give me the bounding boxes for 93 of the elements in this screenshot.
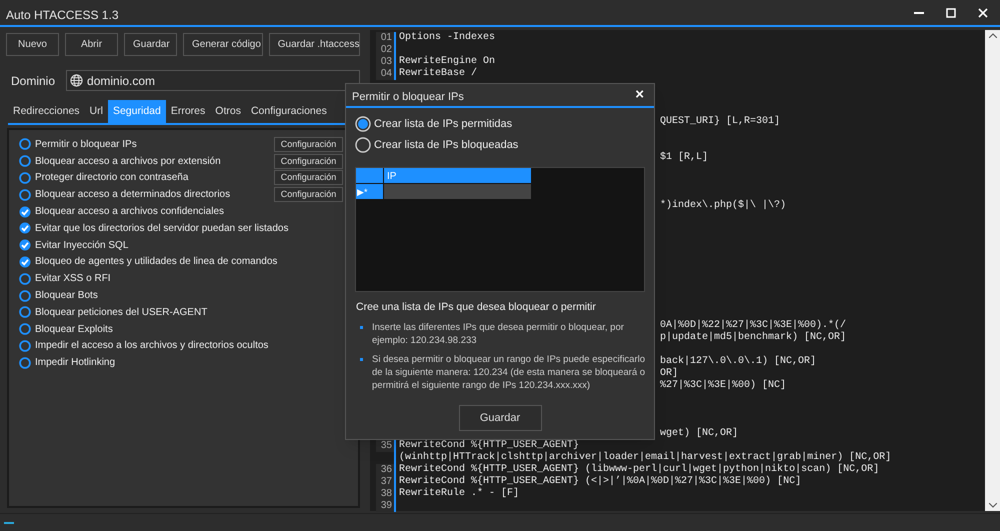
option-label: Evitar que los directorios del servidor puedan ser listados xyxy=(35,222,290,236)
checkbox[interactable] xyxy=(19,256,31,268)
option-label: Bloquear acceso a archivos confidenciales xyxy=(35,205,225,220)
config-button[interactable]: Configuración xyxy=(274,136,343,152)
option-label: Bloquear acceso a determinados directorios xyxy=(35,188,232,202)
checkbox[interactable] xyxy=(19,290,31,302)
code-text: wget) [NC,OR] xyxy=(660,428,738,440)
minimize-icon[interactable] xyxy=(914,12,924,15)
line-number: 01 xyxy=(376,32,396,44)
code-text: QUEST_URI} [L,R=301] xyxy=(660,116,780,128)
checkbox[interactable] xyxy=(19,356,31,369)
maximize-icon[interactable] xyxy=(946,8,956,18)
line-number: 04 xyxy=(376,68,396,80)
scrollbar[interactable] xyxy=(985,30,1000,511)
domain-field[interactable]: dominio.com xyxy=(66,70,360,91)
option-label: Bloquear Exploits xyxy=(35,322,114,337)
checkbox[interactable] xyxy=(19,138,31,150)
close-button[interactable]: × xyxy=(625,84,654,106)
scroll-down-icon[interactable] xyxy=(988,503,996,508)
line-number: 03 xyxy=(376,56,396,68)
checkbox[interactable] xyxy=(19,155,31,168)
bullet-text: Inserte las diferentes IPs que desea permitir o bloquear, por ejemplo: 120.234.98.233 xyxy=(372,320,625,347)
scroll-up-icon[interactable] xyxy=(988,33,996,38)
line-number: 39 xyxy=(376,500,396,512)
tab[interactable]: Errores xyxy=(166,100,210,123)
toolbar-button[interactable]: Abrir xyxy=(65,33,118,56)
line-number: 36 xyxy=(376,464,396,476)
code-text: RewriteRule .* - [F] xyxy=(398,488,520,500)
code-text: RewriteCond %{HTTP_USER_AGENT} xyxy=(398,440,580,452)
option-label: Evitar Inyección SQL xyxy=(35,238,130,253)
radio-label: Crear lista de IPs permitidas xyxy=(374,117,512,132)
checkbox[interactable] xyxy=(19,272,31,285)
window-title: Auto HTACCESS 1.3 xyxy=(0,0,124,27)
tab[interactable]: Configuraciones xyxy=(246,100,332,123)
option-label: Bloqueo de agentes y utilidades de linea de comandos xyxy=(35,255,278,270)
code-text: RewriteBase / xyxy=(398,68,478,80)
config-button[interactable]: Configuración xyxy=(274,154,343,169)
intro-text: Cree una lista de IPs que desea bloquear o permitir xyxy=(355,300,597,315)
toolbar-button[interactable]: Generar código xyxy=(183,33,263,56)
code-text: RewriteEngine On xyxy=(398,56,496,68)
checkbox[interactable] xyxy=(19,222,31,234)
option-label: Bloquear peticiones del USER-AGENT xyxy=(35,306,208,320)
code-text: p|update|md5|benchmark) [NC,OR] xyxy=(660,332,846,344)
checkbox[interactable] xyxy=(19,306,31,318)
code-text: back|127\.0\.0\.1) [NC,OR] xyxy=(660,356,816,368)
config-button[interactable]: Configuración xyxy=(274,187,343,202)
code-text: RewriteCond %{HTTP_USER_AGENT} (libwww-perl|curl|wget|python|nikto|scan) [NC,OR] xyxy=(398,464,880,476)
row-marker: ▶* xyxy=(356,184,384,199)
config-button[interactable]: Configuración xyxy=(274,170,343,186)
save-button[interactable]: Guardar xyxy=(458,405,542,431)
option-label: Bloquear Bots xyxy=(35,289,99,304)
line-number: 37 xyxy=(376,476,396,488)
domain-label: Dominio xyxy=(10,72,56,90)
radio-button[interactable] xyxy=(355,136,371,153)
code-text: $1 [R,L] xyxy=(660,152,708,164)
option-label: Bloquear acceso a archivos por extensión xyxy=(35,154,222,169)
checkbox[interactable] xyxy=(19,206,31,218)
option-label: Impedir Hotlinking xyxy=(35,356,116,370)
line-number: 02 xyxy=(376,44,396,56)
code-text: *)index\.php($|\ |\?) xyxy=(660,200,786,212)
checkbox[interactable] xyxy=(19,340,31,352)
option-label: Impedir el acceso a los archivos y directorios ocultos xyxy=(35,339,270,354)
close-icon[interactable] xyxy=(978,8,988,18)
code-text: 0A|%0D|%22|%27|%3C|%3E|%00).*(/ xyxy=(660,320,846,332)
globe-icon xyxy=(70,74,84,87)
option-label: Proteger directorio con contraseña xyxy=(35,171,190,186)
code-text: RewriteCond %{HTTP_USER_AGENT} (<|>|’|%0A|%0D|%27|%3C|%3E|%00) [NC] xyxy=(398,476,802,488)
radio-button[interactable] xyxy=(355,116,371,132)
code-text: (winhttp|HTTrack|clshttp|archiver|loader|email|harvest|extract|grab|miner) [NC,OR] xyxy=(398,452,892,464)
checkbox[interactable] xyxy=(19,188,31,201)
code-text: OR] xyxy=(660,368,678,380)
bullet-icon xyxy=(360,326,363,329)
checkbox[interactable] xyxy=(19,172,31,184)
grid-cell[interactable] xyxy=(384,184,531,199)
grid-corner-cell xyxy=(356,168,384,183)
code-text: Options -Indexes xyxy=(398,32,496,44)
toolbar-button[interactable]: Guardar .htaccess xyxy=(268,33,360,56)
option-label: Evitar XSS o RFI xyxy=(35,272,112,286)
line-number: 38 xyxy=(376,488,396,500)
radio-label: Crear lista de IPs bloqueadas xyxy=(374,138,518,152)
tab[interactable]: Redirecciones xyxy=(8,100,85,123)
line-number: 35 xyxy=(376,440,396,452)
dialog-title: Permitir o bloquear IPs xyxy=(346,84,470,108)
tab[interactable]: Otros xyxy=(210,100,246,123)
checkbox[interactable] xyxy=(19,323,31,336)
option-label: Permitir o bloquear IPs xyxy=(35,138,138,152)
toolbar-button[interactable]: Guardar xyxy=(124,33,177,56)
code-text: %27|%3C|%3E|%00) [NC] xyxy=(660,380,786,392)
checkbox[interactable] xyxy=(19,239,31,252)
tab[interactable]: Url xyxy=(84,100,108,123)
bullet-icon xyxy=(360,358,363,361)
bullet-text: Si desea permitir o bloquear un rango de IPs puede especificarlo de la siguiente manera: 120.234 (de esta manera se bloqueará o permitirá el siguiente rango de IPs 120.234.xxx.xxx) xyxy=(372,352,646,392)
toolbar-button[interactable]: Nuevo xyxy=(6,33,59,56)
